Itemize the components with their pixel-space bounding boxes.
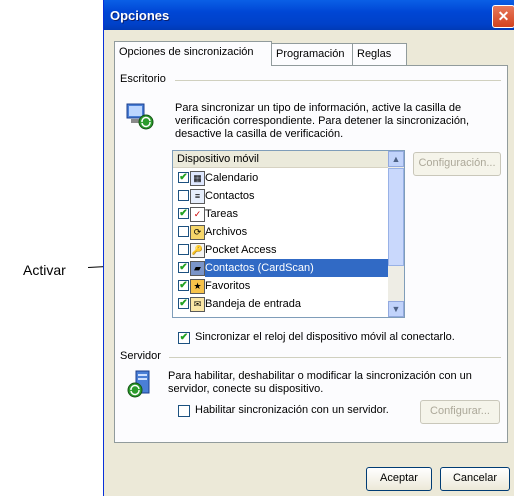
favorites-icon: ★ xyxy=(190,279,205,294)
close-icon: ✕ xyxy=(497,8,510,24)
scroll-up-button[interactable]: ▲ xyxy=(388,151,404,167)
ok-button[interactable]: Aceptar xyxy=(366,467,432,491)
item-label: Bandeja de entrada xyxy=(205,298,302,310)
tab-rules[interactable]: Reglas xyxy=(352,43,407,65)
title-bar[interactable]: Opciones ✕ xyxy=(104,0,514,30)
list-item-pocket-access[interactable]: 🔑 Pocket Access xyxy=(176,241,388,259)
sync-clock-label: Sincronizar el reloj del dispositivo móv… xyxy=(195,331,455,343)
inbox-icon: ✉ xyxy=(190,297,205,312)
server-group-rule xyxy=(169,357,501,358)
list-item-tareas[interactable]: ✔ ✓ Tareas xyxy=(176,205,388,223)
server-sync-icon xyxy=(127,370,150,398)
files-icon: ⟳ xyxy=(190,225,205,240)
desktop-group-rule xyxy=(175,80,501,81)
checkbox-pocket-access[interactable] xyxy=(178,244,189,255)
checkbox-calendario[interactable]: ✔ xyxy=(178,172,189,183)
item-label: Favoritos xyxy=(205,280,251,292)
checkbox-bandeja-de-entrada[interactable]: ✔ xyxy=(178,298,189,309)
checkbox-tareas[interactable]: ✔ xyxy=(178,208,189,219)
item-label: Contactos (CardScan) xyxy=(205,259,389,277)
desktop-sync-icon xyxy=(126,103,154,130)
item-label: Contactos xyxy=(205,190,255,202)
desktop-info-line-1: Para sincronizar un tipo de información,… xyxy=(175,102,462,114)
configure-button[interactable]: Configurar... xyxy=(420,400,500,424)
options-dialog: Opciones ✕ Opciones de sincronización Pr… xyxy=(103,0,514,496)
server-info-line-2: servidor, conecte su dispositivo. xyxy=(168,383,324,395)
checkbox-contactos[interactable] xyxy=(178,190,189,201)
list-item-calendario[interactable]: ✔ ▦ Calendario xyxy=(176,169,388,187)
pocket-access-icon: 🔑 xyxy=(190,243,205,258)
enable-server-checkbox[interactable] xyxy=(178,405,190,417)
checkbox-favoritos[interactable]: ✔ xyxy=(178,280,189,291)
checkbox-contactos-cardscan[interactable]: ✔ xyxy=(178,262,189,273)
list-scrollbar[interactable]: ▲ ▼ xyxy=(388,151,404,317)
list-item-bandeja-de-entrada[interactable]: ✔ ✉ Bandeja de entrada xyxy=(176,295,388,313)
sync-items-list[interactable]: Dispositivo móvil ✔ ▦ Calendario ≡ Conta… xyxy=(172,150,405,318)
scroll-thumb[interactable] xyxy=(388,168,404,266)
configuration-button[interactable]: Configuración... xyxy=(413,152,501,176)
tab-panel: Escritorio Para sincronizar un tipo de i… xyxy=(114,65,508,443)
checkbox-archivos[interactable] xyxy=(178,226,189,237)
desktop-group-label: Escritorio xyxy=(120,73,169,85)
item-label: Archivos xyxy=(205,226,248,238)
callout-label: Activar xyxy=(23,262,66,278)
item-label: Pocket Access xyxy=(205,244,277,256)
sync-clock-row[interactable]: ✔ Sincronizar el reloj del dispositivo m… xyxy=(178,331,498,345)
scroll-down-button[interactable]: ▼ xyxy=(388,301,404,317)
list-header[interactable]: Dispositivo móvil xyxy=(173,151,392,168)
sync-clock-checkbox[interactable]: ✔ xyxy=(178,332,190,344)
contacts-icon: ≡ xyxy=(190,189,205,204)
close-button[interactable]: ✕ xyxy=(492,5,514,28)
server-info-line-1: Para habilitar, deshabilitar o modificar… xyxy=(168,370,472,382)
desktop-info-line-3: desactive la casilla de verificación. xyxy=(175,128,344,140)
item-label: Calendario xyxy=(205,172,259,184)
list-item-contactos-cardscan[interactable]: ✔ ▰ Contactos (CardScan) xyxy=(176,259,389,277)
server-group-label: Servidor xyxy=(120,350,164,362)
item-label: Tareas xyxy=(205,208,239,220)
chevron-up-icon: ▲ xyxy=(391,154,401,164)
list-item-contactos[interactable]: ≡ Contactos xyxy=(176,187,388,205)
tasks-icon: ✓ xyxy=(190,207,205,222)
enable-server-row[interactable]: Habilitar sincronización con un servidor… xyxy=(178,404,408,418)
cardscan-icon: ▰ xyxy=(190,261,205,276)
tab-sync-options[interactable]: Opciones de sincronización xyxy=(114,41,272,66)
chevron-down-icon: ▼ xyxy=(391,304,401,314)
list-item-archivos[interactable]: ⟳ Archivos xyxy=(176,223,388,241)
tab-schedule[interactable]: Programación xyxy=(271,43,355,65)
enable-server-label: Habilitar sincronización con un servidor… xyxy=(195,404,389,416)
window-title: Opciones xyxy=(110,8,170,23)
desktop-info-line-2: verificación correspondiente. Para deten… xyxy=(175,115,470,127)
cancel-button[interactable]: Cancelar xyxy=(440,467,510,491)
calendar-icon: ▦ xyxy=(190,171,205,186)
list-item-favoritos[interactable]: ✔ ★ Favoritos xyxy=(176,277,388,295)
